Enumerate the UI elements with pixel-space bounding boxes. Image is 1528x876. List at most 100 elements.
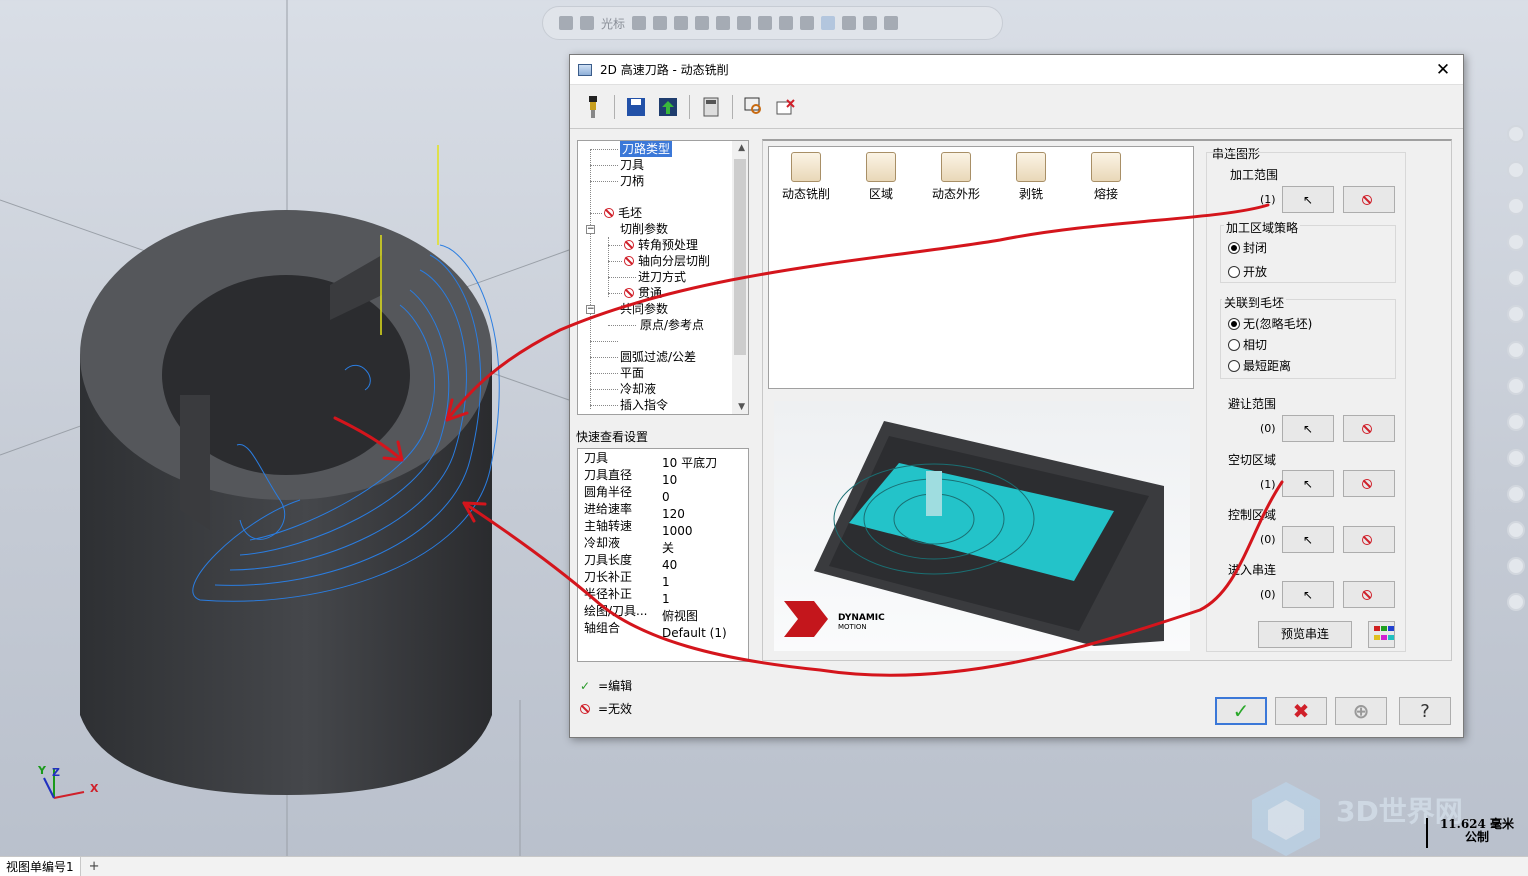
- pointer-icon[interactable]: [884, 16, 899, 30]
- type-dynamic-contour[interactable]: 动态外形: [921, 152, 991, 202]
- type-peel-mill[interactable]: 剥铣: [996, 152, 1066, 202]
- tool-icon[interactable]: [582, 95, 604, 119]
- quick-view-title: 快速查看设置: [576, 430, 649, 444]
- scroll-up-icon[interactable]: ▲: [738, 143, 745, 153]
- close-button[interactable]: ✕: [1433, 60, 1453, 80]
- entry-select-button[interactable]: ↖: [1282, 581, 1334, 608]
- zoom-select-icon[interactable]: [821, 16, 836, 30]
- control-select-button[interactable]: ↖: [1282, 526, 1334, 553]
- box-icon[interactable]: [695, 16, 710, 30]
- avoid-clear-button[interactable]: [1343, 415, 1395, 442]
- avoid-count: (0): [1260, 422, 1276, 435]
- cancel-icon[interactable]: [1507, 593, 1525, 611]
- entry-clear-button[interactable]: [1343, 581, 1395, 608]
- expand-toggle[interactable]: −: [586, 305, 595, 314]
- mesh-icon[interactable]: [1507, 449, 1525, 467]
- machining-area-select-button[interactable]: ↖: [1282, 186, 1334, 213]
- add-view-tab[interactable]: +: [81, 859, 108, 874]
- select-icon[interactable]: [580, 16, 594, 30]
- plus-icon[interactable]: [1507, 125, 1525, 143]
- cube-icon[interactable]: [716, 16, 731, 30]
- stock-none-radio[interactable]: 无(忽略毛坯): [1228, 315, 1312, 332]
- apply-button[interactable]: ⊕: [1335, 697, 1387, 725]
- type-dynamic-mill[interactable]: 动态铣削: [771, 152, 841, 202]
- tree-line: [590, 405, 618, 406]
- rotate-icon[interactable]: [863, 16, 878, 30]
- circle-icon[interactable]: [1507, 197, 1525, 215]
- tree-line: [590, 149, 591, 409]
- tree-item-holder[interactable]: 刀柄: [620, 173, 644, 189]
- tree-item-stock[interactable]: 毛坯: [604, 205, 642, 221]
- box-icon[interactable]: [1507, 377, 1525, 395]
- avoid-select-button[interactable]: ↖: [1282, 415, 1334, 442]
- surface-icon[interactable]: [1507, 413, 1525, 431]
- arrow-icon[interactable]: [674, 16, 689, 30]
- solid-icon[interactable]: [1507, 269, 1525, 287]
- tree-item-planes[interactable]: 平面: [620, 365, 644, 381]
- tree-line: [608, 261, 622, 262]
- save-green-icon[interactable]: [657, 95, 679, 119]
- spline-icon[interactable]: [1507, 233, 1525, 251]
- ok-button[interactable]: ✓: [1215, 697, 1267, 725]
- air-select-button[interactable]: ↖: [1282, 470, 1334, 497]
- layers-icon[interactable]: [1507, 521, 1525, 539]
- clear-icon: [1362, 423, 1372, 434]
- line-icon[interactable]: [1507, 161, 1525, 179]
- tree-item-coolant[interactable]: 冷却液: [620, 381, 656, 397]
- point-icon[interactable]: [653, 16, 668, 30]
- toolpath-icon[interactable]: [1507, 485, 1525, 503]
- quick-view-row: 冷却液关: [584, 536, 675, 555]
- color-palette-icon[interactable]: [1368, 621, 1395, 648]
- tree-item-common[interactable]: 共同参数: [620, 301, 668, 317]
- preview-image: DYNAMIC MOTION: [774, 401, 1190, 651]
- view-zoom-icon[interactable]: [743, 95, 765, 119]
- blend-icon: [1091, 152, 1121, 182]
- tree-item-tool[interactable]: 刀具: [620, 157, 644, 173]
- shade-icon[interactable]: [758, 16, 773, 30]
- solid-icon[interactable]: [737, 16, 752, 30]
- tree-item-origin[interactable]: 原点/参考点: [640, 317, 704, 333]
- strategy-open-radio[interactable]: 开放: [1228, 263, 1267, 280]
- calculator-icon[interactable]: [700, 95, 722, 119]
- cancel-button[interactable]: ✖: [1275, 697, 1327, 725]
- snap-icon[interactable]: [632, 16, 647, 30]
- parameter-tree[interactable]: − − 刀路类型 刀具 刀柄 毛坯 切削参数 转角预处理 轴向分层切削 进刀方式…: [577, 140, 749, 415]
- ruler-icon[interactable]: [1507, 341, 1525, 359]
- tree-item-cut-params[interactable]: 切削参数: [620, 221, 668, 237]
- tree-scrollbar[interactable]: ▲ ▼: [732, 141, 748, 414]
- stock-title: 关联到毛坯: [1222, 294, 1287, 311]
- type-area[interactable]: 区域: [846, 152, 916, 202]
- settings-icon[interactable]: [1507, 557, 1525, 575]
- tree-item-corner[interactable]: 转角预处理: [624, 237, 698, 253]
- measure-icon[interactable]: [1507, 305, 1525, 323]
- scroll-thumb[interactable]: [734, 159, 746, 355]
- preview-chains-button[interactable]: 预览串连: [1258, 621, 1352, 648]
- clear-icon: [1362, 478, 1372, 489]
- tree-item-entry[interactable]: 进刀方式: [638, 269, 686, 285]
- type-blend[interactable]: 熔接: [1071, 152, 1141, 202]
- tree-item-toolpath-type[interactable]: 刀路类型: [620, 141, 673, 157]
- expand-toggle[interactable]: −: [586, 225, 595, 234]
- control-clear-button[interactable]: [1343, 526, 1395, 553]
- stock-shortest-radio[interactable]: 最短距离: [1228, 357, 1291, 374]
- strategy-closed-radio[interactable]: 封闭: [1228, 239, 1267, 256]
- save-icon[interactable]: [625, 95, 647, 119]
- filter-icon[interactable]: [779, 16, 794, 30]
- tree-item-arc-filter[interactable]: 圆弧过滤/公差: [620, 349, 696, 365]
- view-tab[interactable]: 视图单编号1: [0, 856, 81, 876]
- mask-icon[interactable]: [842, 16, 857, 30]
- delete-red-icon[interactable]: [775, 95, 797, 119]
- scroll-down-icon[interactable]: ▼: [738, 402, 745, 412]
- grid-select-icon[interactable]: [800, 16, 815, 30]
- air-clear-button[interactable]: [1343, 470, 1395, 497]
- toolbar-separator: [732, 95, 733, 119]
- tree-item-misc[interactable]: 插入指令: [620, 397, 668, 413]
- lock-icon[interactable]: [559, 16, 573, 30]
- scale-indicator: 11.624 毫米 公制: [1426, 818, 1526, 848]
- tree-item-depth-cuts[interactable]: 轴向分层切削: [624, 253, 710, 269]
- cursor-label[interactable]: 光标: [601, 15, 625, 32]
- help-button[interactable]: ?: [1399, 697, 1451, 725]
- stock-tangent-radio[interactable]: 相切: [1228, 336, 1267, 353]
- machining-area-clear-button[interactable]: [1343, 186, 1395, 213]
- tree-item-through[interactable]: 贯通: [624, 285, 662, 301]
